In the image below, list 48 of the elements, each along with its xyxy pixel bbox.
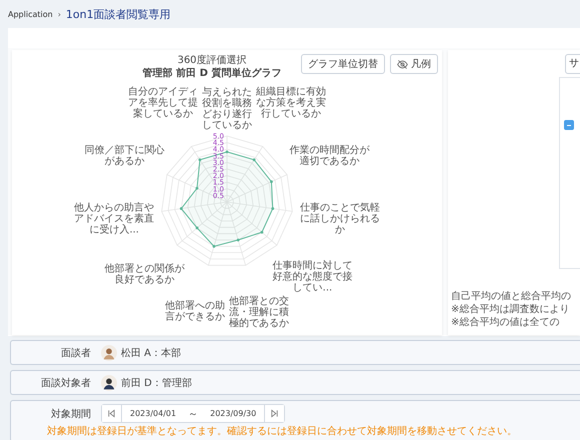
- axis-label: 自分のアイディアを率先して提案しているか: [128, 86, 198, 120]
- axis-label: 組織目標に有効な方策を考え実行しているか: [256, 86, 326, 120]
- data-point: [198, 158, 202, 162]
- select-field[interactable]: サ: [565, 54, 580, 74]
- note-text: 自己平均の値と総合平均の: [451, 290, 572, 303]
- data-point: [196, 186, 198, 190]
- breadcrumb-link[interactable]: Application: [8, 10, 53, 18]
- data-point: [270, 180, 273, 184]
- field-label: 面談対象者: [40, 376, 91, 390]
- axis-label: 作業の時間配分が適切であるか: [290, 145, 370, 168]
- axis-label: 他部署との交流・理解に積極的であるか: [229, 296, 290, 330]
- person-name: 松田 A：本部: [121, 346, 182, 360]
- note-text: ※総合平均の値は全ての: [451, 316, 560, 329]
- skip-back-icon: [107, 409, 116, 418]
- axis-label: 与えられた役割を職務どおり遂行しているか: [202, 87, 252, 131]
- axis-label: 仕事時間に対して好意的な態度で接してい...: [272, 260, 352, 294]
- person-name: 前田 D：管理部: [121, 376, 192, 390]
- field-label: 面談者: [60, 346, 91, 360]
- range-separator: ～: [188, 408, 198, 420]
- field-label: 対象期間: [50, 408, 91, 420]
- chart-title: 360度評価選択: [177, 55, 247, 66]
- data-point: [271, 207, 274, 210]
- data-point: [236, 238, 240, 242]
- chart-subtitle: 管理部 前田 D 質問単位グラフ: [142, 68, 282, 79]
- axis-label: 仕事のことで気軽に話しかけられるか: [300, 202, 380, 236]
- graph-unit-button[interactable]: グラフ単位切替: [301, 54, 385, 74]
- legend-button[interactable]: 凡例: [390, 54, 438, 74]
- axis-label: 同僚／部下に関心があるか: [84, 145, 164, 168]
- note-text: ※総合平均は調査数により: [451, 303, 570, 316]
- data-point: [260, 230, 264, 234]
- data-point: [226, 150, 228, 154]
- avatar-icon: [101, 344, 117, 360]
- data-point: [180, 207, 183, 210]
- axis-label: 他人からの助言やアドバイスを素直に受け入...: [74, 202, 154, 236]
- data-point: [252, 158, 256, 162]
- data-point: [212, 244, 216, 248]
- axis-label: 他部署への助言ができるか: [165, 300, 226, 322]
- axis-label: 他部署との関係が良好であるか: [104, 264, 184, 286]
- skip-forward-icon: [270, 409, 280, 418]
- end-date: 2023/09/30: [210, 409, 256, 418]
- checkbox[interactable]: [564, 120, 574, 130]
- start-date: 2023/04/01: [130, 409, 176, 418]
- breadcrumb-separator: ›: [58, 10, 61, 18]
- avatar-icon: [101, 374, 117, 390]
- data-point: [196, 226, 198, 230]
- page-title: 1on1面談者閲覧専用: [66, 6, 171, 22]
- eye-off-icon: [397, 58, 408, 70]
- warning-text: 対象期間は登録日が基準となってます。確認するには登録日に合わせて対象期間を移動させてください。: [46, 424, 518, 438]
